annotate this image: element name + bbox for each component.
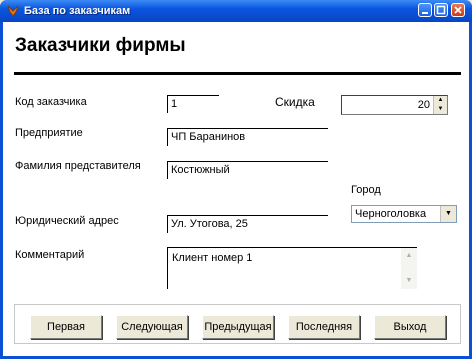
city-label: Город — [351, 184, 381, 196]
chevron-down-icon[interactable]: ▼ — [440, 206, 456, 222]
representative-label: Фамилия представителя — [15, 160, 141, 172]
company-field[interactable]: ЧП Баранинов — [167, 128, 328, 146]
comment-label: Комментарий — [15, 249, 85, 261]
customer-code-label: Код заказчика — [15, 96, 87, 108]
next-button[interactable]: Следующая — [116, 315, 188, 339]
customer-code-field[interactable]: 1 — [167, 95, 219, 113]
exit-button[interactable]: Выход — [374, 315, 446, 339]
legal-address-field[interactable]: Ул. Утогова, 25 — [167, 215, 328, 233]
comment-memo[interactable]: Клиент номер 1 ▲ ▼ — [167, 247, 417, 289]
comment-scrollbar[interactable]: ▲ ▼ — [401, 248, 417, 289]
comment-value: Клиент номер 1 — [172, 252, 253, 264]
scroll-down-icon[interactable]: ▼ — [403, 275, 415, 287]
scroll-up-icon[interactable]: ▲ — [403, 250, 415, 262]
app-icon — [7, 5, 19, 17]
maximize-button[interactable] — [434, 3, 448, 17]
legal-address-label: Юридический адрес — [15, 215, 119, 227]
title-bar[interactable]: База по заказчикам — [0, 0, 472, 22]
discount-spin-buttons: ▲ ▼ — [433, 96, 447, 114]
previous-button[interactable]: Предыдущая — [202, 315, 274, 339]
company-label: Предприятие — [15, 127, 83, 139]
city-value: Черноголовка — [355, 208, 427, 220]
last-button[interactable]: Последняя — [288, 315, 360, 339]
first-button[interactable]: Первая — [30, 315, 102, 339]
form-client-area: Заказчики фирмы Код заказчика 1 Скидка 2… — [3, 22, 469, 356]
close-icon — [454, 6, 462, 14]
representative-field[interactable]: Костюжный — [167, 161, 328, 179]
discount-value: 20 — [417, 99, 430, 111]
discount-label: Скидка — [275, 95, 315, 109]
form-heading: Заказчики фирмы — [15, 35, 186, 56]
spin-up-icon[interactable]: ▲ — [433, 96, 447, 105]
spin-down-icon[interactable]: ▼ — [433, 105, 447, 114]
app-window: База по заказчикам Заказчики фирмы Код з… — [0, 0, 472, 359]
navigation-button-panel: Первая Следующая Предыдущая Последняя Вы… — [14, 304, 461, 344]
maximize-icon — [436, 5, 446, 15]
city-select[interactable]: Черноголовка ▼ — [351, 205, 457, 223]
heading-divider — [14, 72, 461, 75]
window-title: База по заказчикам — [24, 5, 131, 17]
discount-spinner[interactable]: 20 ▲ ▼ — [341, 95, 448, 115]
minimize-button[interactable] — [418, 3, 432, 17]
minimize-icon — [422, 12, 428, 14]
close-button[interactable] — [451, 3, 465, 17]
